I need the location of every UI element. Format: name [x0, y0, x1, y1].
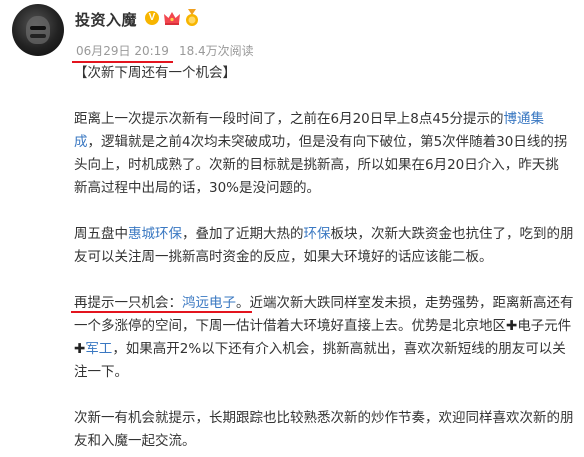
stock-link-hongyuan[interactable]: 鸿远电子	[182, 295, 236, 311]
paragraph-3-text-a: 再提示一只机会：	[74, 295, 182, 311]
post-header: 投资入魔 V 06月29日 20:19 18.4万次阅读	[0, 0, 584, 64]
post-date: 06月29日 20:19	[72, 44, 173, 63]
stock-link-huicheng[interactable]: 惠城环保	[128, 226, 182, 242]
medal-icon[interactable]	[185, 9, 199, 27]
topic-link-jungong[interactable]: 军工	[85, 341, 112, 357]
paragraph-3-text-c: 电子元件	[517, 318, 572, 334]
highlighted-phrase: 再提示一只机会：鸿远电子	[71, 295, 252, 313]
paragraph-2-text-a: 周五盘中	[74, 226, 128, 242]
paragraph-3-text-d: ，如果高开2%以下还有介入机会，挑新高就出，喜欢次新短线的朋友可以关注一下。	[74, 341, 566, 380]
paragraph-2-text-b: ，叠加了近期大热的	[182, 226, 304, 242]
author-badges: V	[145, 9, 199, 27]
avatar[interactable]	[12, 4, 64, 56]
author-name[interactable]: 投资入魔	[75, 9, 137, 30]
paragraph-1-text-b: ，逻辑就是之前4次均未突破成功，但是没有向下破位，第5次伴随着30日线的拐头向上…	[74, 134, 568, 196]
post-body: 【次新下周还有一个机会】 距离上一次提示次新有一段时间了，之前在6月20日早上8…	[71, 62, 574, 453]
red-underline-mark	[71, 311, 252, 313]
verified-v-icon[interactable]: V	[145, 11, 159, 25]
crown-icon[interactable]	[163, 10, 181, 26]
paragraph-1-text-a: 距离上一次提示次新有一段时间了，之前在6月20日早上8点45分提示的	[74, 111, 504, 127]
paragraph-2: 周五盘中惠城环保，叠加了近期大热的环保板块，次新大跌资金也抗住了，吃到的朋友可以…	[74, 223, 574, 269]
paragraph-1: 距离上一次提示次新有一段时间了，之前在6月20日早上8点45分提示的博通集成，逻…	[74, 108, 574, 200]
paragraph-4: 次新一有机会就提示，长期跟踪也比较熟悉次新的炒作节奏，欢迎同样喜欢次新的朋友和入…	[74, 407, 574, 453]
topic-link-huanbao[interactable]: 环保	[304, 226, 331, 242]
plus-icon: ✚	[74, 341, 86, 357]
view-count: 18.4万次阅读	[178, 44, 254, 58]
post-heading: 【次新下周还有一个机会】	[74, 65, 236, 81]
post-meta: 06月29日 20:19 18.4万次阅读	[72, 42, 254, 63]
paragraph-3: 再提示一只机会：鸿远电子 。近端次新大跌同样室发未损，走势强势，距离新高还有一个多…	[71, 292, 574, 384]
paragraph-4-text-a: 次新一有机会就提示，长期跟踪也比较熟悉次新的炒作节奏，欢迎同样喜欢次新的朋友和入…	[74, 410, 574, 449]
plus-icon: ✚	[506, 318, 518, 334]
